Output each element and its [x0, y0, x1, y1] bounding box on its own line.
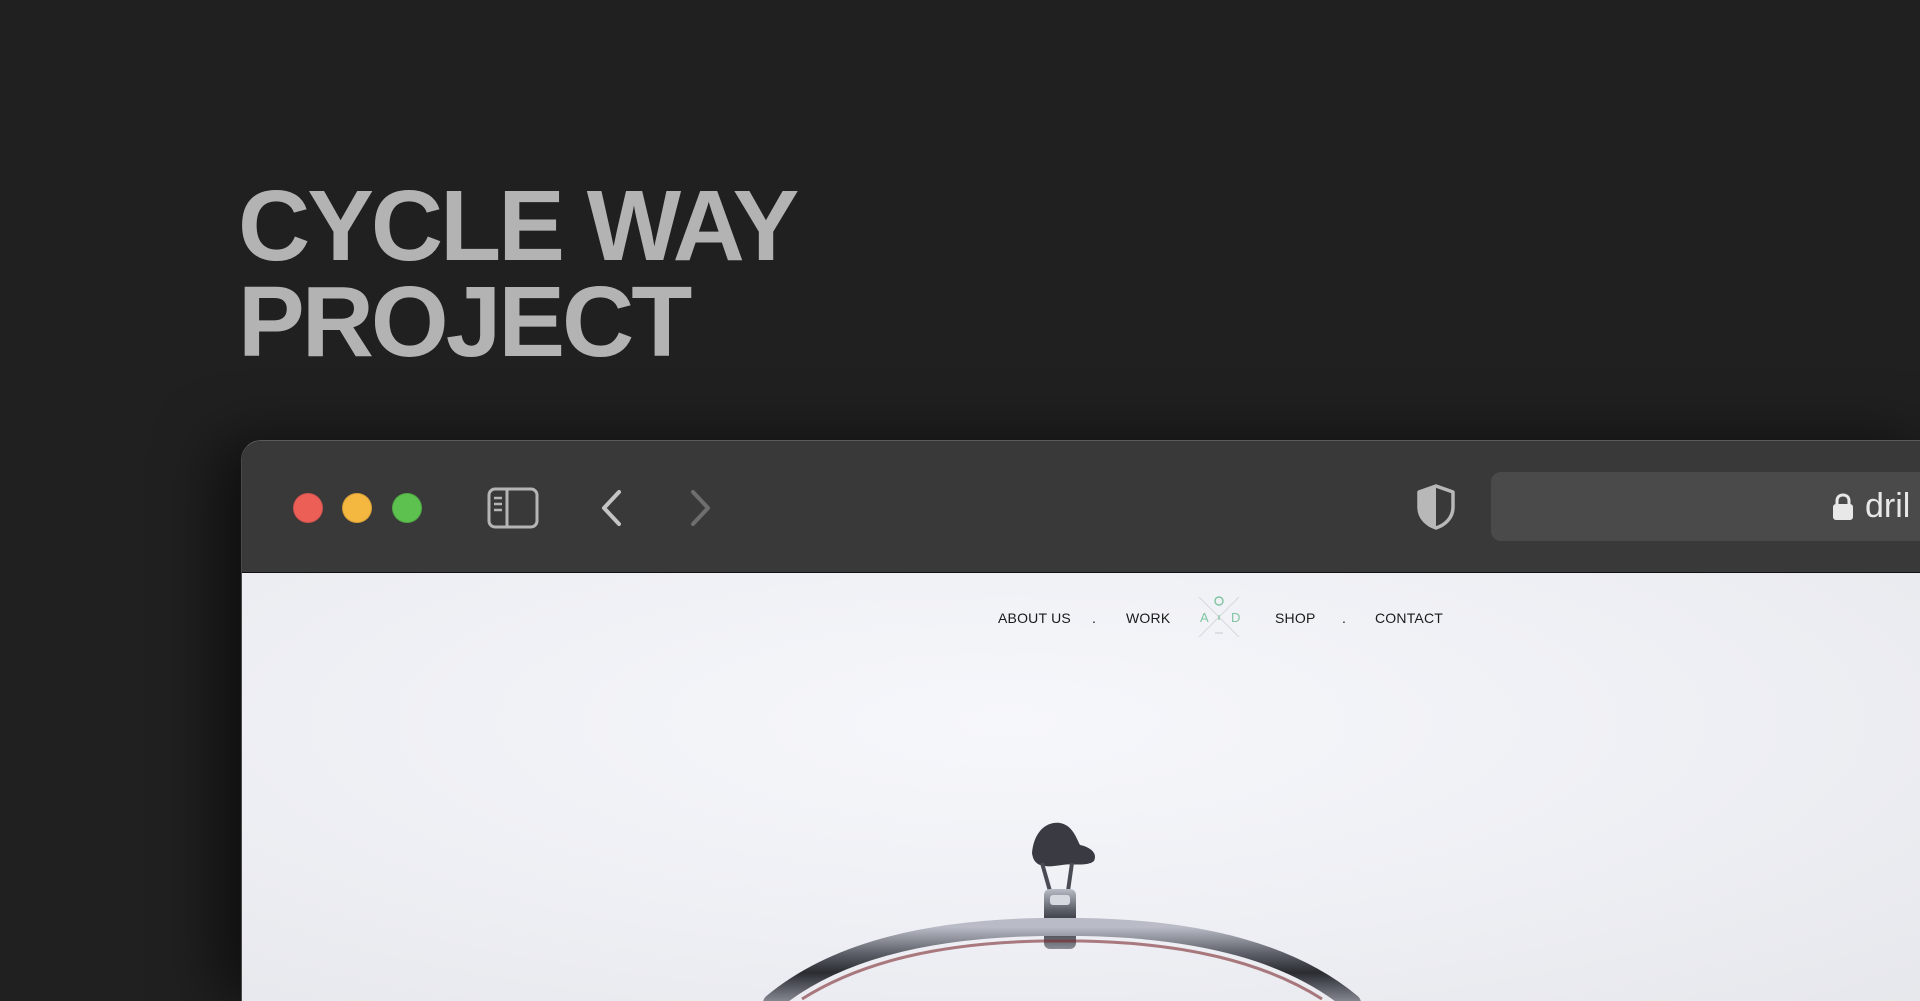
web-page-viewport: ABOUT US . WORK A D SHOP . CONTACT — [242, 573, 1920, 1001]
privacy-shield-icon — [1417, 484, 1455, 530]
svg-text:D: D — [1231, 610, 1240, 625]
aod-logo-icon: A D — [1198, 596, 1240, 638]
privacy-report-button[interactable] — [1415, 483, 1457, 531]
nav-separator: . — [1092, 610, 1097, 626]
nav-link-contact[interactable]: CONTACT — [1375, 610, 1443, 626]
nav-link-about-us[interactable]: ABOUT US — [998, 610, 1071, 626]
forward-arrow-icon — [691, 490, 710, 526]
close-window-button[interactable] — [293, 493, 323, 523]
site-navigation: ABOUT US . WORK A D SHOP . CONTACT — [242, 573, 1920, 653]
sidebar-toggle-icon — [487, 487, 539, 529]
svg-text:A: A — [1200, 610, 1209, 625]
minimize-window-button[interactable] — [342, 493, 372, 523]
browser-window: dril ABOUT US . WORK A D SHOP . CONTACT — [241, 440, 1920, 1001]
project-title-line-1: CYCLE WAY — [238, 170, 799, 282]
lock-icon — [1833, 493, 1853, 520]
nav-separator: . — [1342, 610, 1347, 626]
nav-link-shop[interactable]: SHOP — [1275, 610, 1315, 626]
project-title-line-2: PROJECT — [238, 266, 692, 378]
nav-link-work[interactable]: WORK — [1126, 610, 1170, 626]
bicycle-hero-image — [763, 822, 1361, 1001]
browser-toolbar: dril — [242, 441, 1920, 573]
address-url: dril — [1865, 487, 1911, 525]
zoom-window-button[interactable] — [392, 493, 422, 523]
back-arrow-icon — [602, 490, 621, 526]
site-logo[interactable]: A D — [1193, 591, 1245, 643]
address-bar[interactable]: dril — [1491, 472, 1920, 541]
project-title: CYCLE WAY PROJECT — [238, 170, 799, 378]
sidebar-toggle-button[interactable] — [487, 487, 539, 529]
back-button[interactable] — [592, 487, 632, 529]
forward-button[interactable] — [680, 487, 720, 529]
